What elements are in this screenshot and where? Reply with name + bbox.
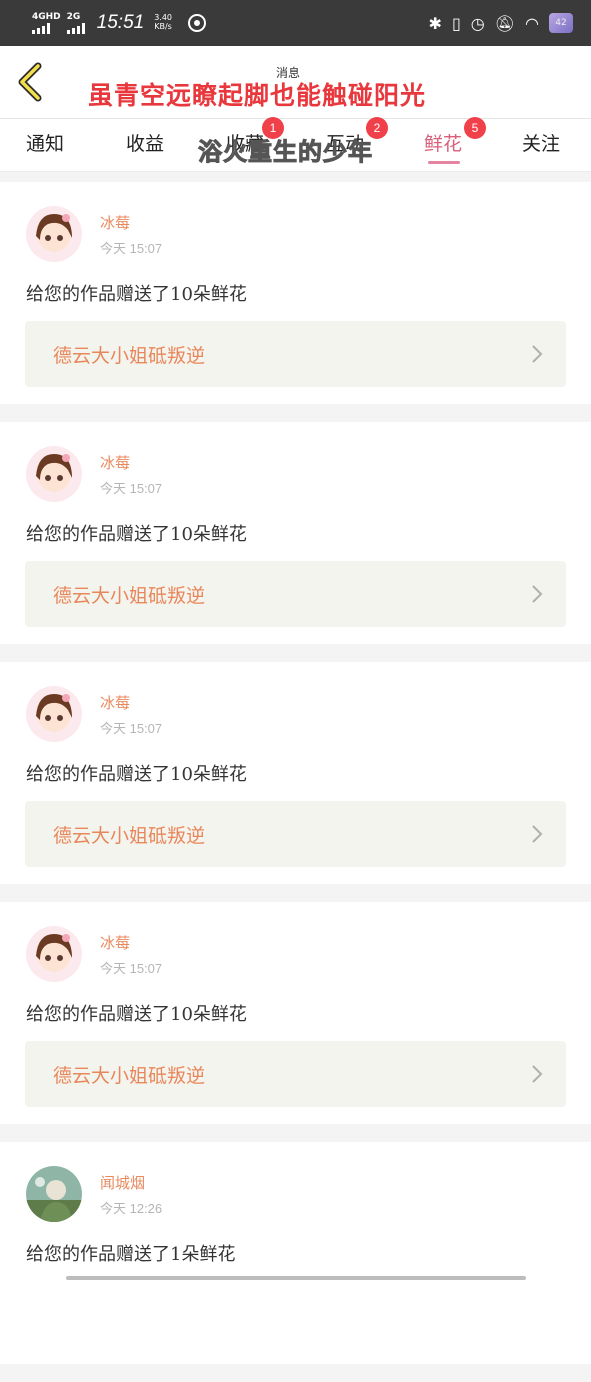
list-item[interactable]: 冰莓 今天 15:07 给您的作品赠送了10朵鲜花 德云大小姐砥叛逆 — [0, 662, 591, 884]
signature-banner: 虽青空远瞭起脚也能触碰阳光 — [88, 81, 427, 110]
timestamp: 今天 15:07 — [100, 241, 163, 256]
sender-name: 闻城烟 — [100, 1174, 146, 1192]
message-text: 给您的作品赠送了1朵鲜花 — [26, 1244, 236, 1265]
list-item[interactable]: 闻城烟 今天 12:26 给您的作品赠送了1朵鲜花 — [0, 1142, 591, 1364]
alarm-icon: ◷ — [470, 13, 485, 33]
network-speed: 3.40 KB/s — [154, 13, 172, 32]
network-type-1: 4GHD — [32, 11, 61, 22]
scrollbar[interactable] — [66, 1276, 526, 1280]
sender-name: 冰莓 — [100, 454, 131, 472]
flower-notification-list: 冰莓 今天 15:07 给您的作品赠送了10朵鲜花 德云大小姐砥叛逆 冰莓 今天… — [0, 182, 591, 1382]
work-link[interactable]: 德云大小姐砥叛逆 — [25, 801, 566, 867]
tab-notifications[interactable]: 通知 — [26, 129, 64, 156]
timestamp: 今天 12:26 — [100, 1201, 163, 1216]
timestamp: 今天 15:07 — [100, 721, 163, 736]
network-type-2: 2G — [66, 11, 81, 22]
chevron-right-icon — [532, 585, 543, 603]
chevron-right-icon — [532, 1065, 543, 1083]
work-link[interactable]: 德云大小姐砥叛逆 — [25, 321, 566, 387]
timestamp: 今天 15:07 — [100, 961, 163, 976]
badge: 5 — [464, 117, 486, 139]
tab-label: 关注 — [522, 133, 561, 155]
speed-unit: KB/s — [154, 22, 172, 31]
tab-following[interactable]: 关注 — [522, 129, 560, 156]
avatar[interactable] — [26, 446, 82, 502]
chevron-right-icon — [532, 345, 543, 363]
app-notification-icon — [188, 14, 207, 32]
message-text: 给您的作品赠送了10朵鲜花 — [26, 764, 247, 785]
list-item[interactable]: 冰莓 今天 15:07 给您的作品赠送了10朵鲜花 德云大小姐砥叛逆 — [0, 902, 591, 1124]
sender-name: 冰莓 — [100, 214, 131, 232]
signal-bars-icon — [66, 22, 85, 34]
signal-sim1: 4GHD — [32, 11, 61, 34]
message-text: 给您的作品赠送了10朵鲜花 — [26, 1004, 247, 1025]
battery-level: 42 — [555, 18, 567, 28]
avatar[interactable] — [26, 686, 82, 742]
work-title: 德云大小姐砥叛逆 — [53, 1065, 206, 1087]
tab-label: 收益 — [126, 133, 165, 155]
tab-earnings[interactable]: 收益 — [126, 129, 164, 156]
tab-label: 通知 — [26, 133, 65, 155]
signal-bars-icon — [32, 22, 50, 34]
vibrate-icon: ▯ — [451, 13, 461, 33]
mute-icon: 🔕︎ — [494, 13, 516, 33]
status-bar: 4GHD 2G 15:51 3.40 KB/s ✱ ▯ ◷ 🔕︎ ◠ 42 — [0, 0, 591, 46]
back-arrow-icon[interactable] — [14, 62, 48, 102]
work-link[interactable]: 德云大小姐砥叛逆 — [25, 1041, 566, 1107]
work-title: 德云大小姐砥叛逆 — [53, 345, 206, 367]
header: 消息 虽青空远瞭起脚也能触碰阳光 — [0, 46, 591, 118]
list-item[interactable]: 冰莓 今天 15:07 给您的作品赠送了10朵鲜花 德云大小姐砥叛逆 — [0, 422, 591, 644]
list-item[interactable]: 冰莓 今天 15:07 给您的作品赠送了10朵鲜花 德云大小姐砥叛逆 — [0, 182, 591, 404]
active-tab-indicator — [428, 161, 460, 164]
wifi-icon: ◠ — [525, 13, 539, 33]
clock: 15:51 — [96, 12, 145, 33]
tab-label: 鲜花 — [424, 133, 463, 155]
battery-icon: 42 — [549, 13, 573, 33]
work-link[interactable]: 德云大小姐砥叛逆 — [25, 561, 566, 627]
work-title: 德云大小姐砥叛逆 — [53, 585, 206, 607]
sender-name: 冰莓 — [100, 694, 131, 712]
sender-name: 冰莓 — [100, 934, 131, 952]
bluetooth-icon: ✱ — [428, 13, 442, 33]
avatar[interactable] — [26, 926, 82, 982]
avatar[interactable] — [26, 1166, 82, 1222]
chevron-right-icon — [532, 825, 543, 843]
avatar[interactable] — [26, 206, 82, 262]
timestamp: 今天 15:07 — [100, 481, 163, 496]
tab-flowers[interactable]: 鲜花 5 — [424, 117, 486, 156]
decorative-overlay-text: 浴火重生的少年 — [198, 137, 373, 167]
message-text: 给您的作品赠送了10朵鲜花 — [26, 524, 247, 545]
work-title: 德云大小姐砥叛逆 — [53, 825, 206, 847]
message-text: 给您的作品赠送了10朵鲜花 — [26, 284, 247, 305]
signal-sim2: 2G — [66, 11, 85, 34]
